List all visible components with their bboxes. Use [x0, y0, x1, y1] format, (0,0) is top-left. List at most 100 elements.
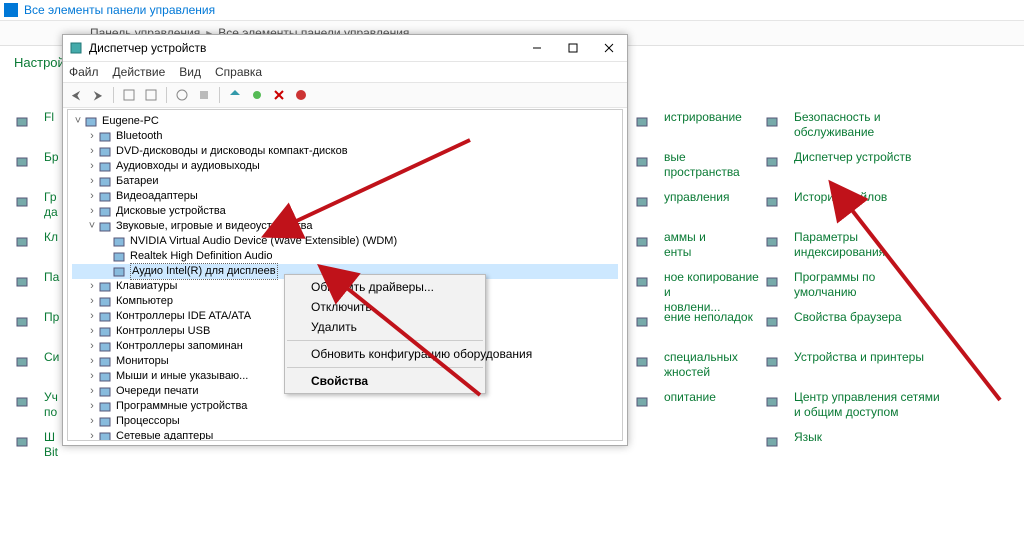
tree-row[interactable]: ›DVD-дисководы и дисководы компакт-диско… [72, 144, 618, 159]
control-panel-item-icon [630, 270, 654, 294]
tree-row[interactable]: ˅Звуковые, игровые и видеоустройства [72, 219, 618, 234]
minimize-button[interactable] [519, 35, 555, 61]
menu-action[interactable]: Действие [113, 65, 166, 79]
control-panel-item[interactable]: аммы иенты [630, 230, 760, 268]
control-panel-item[interactable]: ное копирование иновлени... [630, 270, 760, 308]
control-panel-item[interactable]: Па [10, 270, 58, 308]
control-panel-item-label: Грда [44, 190, 58, 220]
tree-twist-icon[interactable]: › [86, 429, 98, 441]
view-button[interactable] [142, 86, 160, 104]
control-panel-item[interactable]: Грда [10, 190, 58, 228]
control-panel-item[interactable]: истрирование [630, 110, 760, 148]
device-icon [98, 355, 112, 369]
control-panel-item[interactable]: Язык [760, 430, 1010, 468]
disable-button[interactable] [292, 86, 310, 104]
tree-twist-icon[interactable]: ˅ [86, 219, 98, 234]
ctx-disable[interactable]: Отключить [285, 297, 485, 317]
tree-twist-icon[interactable]: › [86, 174, 98, 189]
tree-row[interactable]: ›Дисковые устройства [72, 204, 618, 219]
tree-label: Bluetooth [116, 129, 162, 144]
ctx-delete[interactable]: Удалить [285, 317, 485, 337]
control-panel-item[interactable]: Пр [10, 310, 58, 348]
control-panel-item[interactable]: Центр управления сетямии общим доступом [760, 390, 1010, 428]
ctx-refresh-config[interactable]: Обновить конфигурацию оборудования [285, 344, 485, 364]
tree-twist-icon[interactable]: › [86, 384, 98, 399]
maximize-button[interactable] [555, 35, 591, 61]
control-panel-item[interactable]: Программы поумолчанию [760, 270, 1010, 308]
control-panel-item[interactable]: Безопасность иобслуживание [760, 110, 1010, 148]
tree-label: Процессоры [116, 414, 180, 429]
control-panel-item-label: Пр [44, 310, 59, 325]
tree-row[interactable]: NVIDIA Virtual Audio Device (Wave Extens… [72, 234, 618, 249]
forward-button[interactable]: ⮞ [89, 86, 107, 104]
control-panel-item[interactable]: ение неполадок [630, 310, 760, 348]
close-button[interactable] [591, 35, 627, 61]
control-panel-item[interactable]: вые пространства [630, 150, 760, 188]
device-manager-titlebar[interactable]: Диспетчер устройств [63, 35, 627, 62]
tree-twist-icon[interactable]: › [86, 279, 98, 294]
tree-twist-icon[interactable]: › [86, 189, 98, 204]
tree-twist-icon[interactable]: › [86, 339, 98, 354]
control-panel-item[interactable]: Диспетчер устройств [760, 150, 1010, 188]
control-panel-item[interactable]: Свойства браузера [760, 310, 1010, 348]
show-hidden-button[interactable] [120, 86, 138, 104]
tree-row[interactable]: Realtek High Definition Audio [72, 249, 618, 264]
tree-twist-icon[interactable]: › [86, 414, 98, 429]
ctx-divider-2 [287, 367, 483, 368]
tree-row[interactable]: › Программные устройства [72, 399, 618, 414]
ctx-properties[interactable]: Свойства [285, 371, 485, 391]
control-panel-item-label: Программы поумолчанию [794, 270, 875, 300]
tree-twist-icon[interactable]: › [86, 324, 98, 339]
tree-twist-icon[interactable]: › [86, 354, 98, 369]
tree-row[interactable]: ›Видеоадаптеры [72, 189, 618, 204]
control-panel-item-label: Fl [44, 110, 54, 125]
update-driver-button[interactable] [226, 86, 244, 104]
tree-row[interactable]: ˅Eugene-PC [72, 114, 618, 129]
control-panel-item[interactable]: опитание [630, 390, 760, 428]
tree-twist-icon[interactable]: ˅ [72, 114, 84, 129]
tree-twist-icon[interactable]: › [86, 204, 98, 219]
control-panel-item[interactable]: управления [630, 190, 760, 228]
control-panel-item[interactable]: Кл [10, 230, 58, 268]
tree-twist-icon[interactable]: › [86, 369, 98, 384]
back-button[interactable]: ⮜ [67, 86, 85, 104]
control-panel-item[interactable]: Си [10, 350, 58, 388]
help-toolbar-button[interactable] [173, 86, 191, 104]
tree-twist-icon[interactable]: › [86, 159, 98, 174]
tree-label: Очереди печати [116, 384, 199, 399]
tree-twist-icon[interactable]: › [86, 144, 98, 159]
tree-row[interactable]: ›Сетевые адаптеры [72, 429, 618, 441]
uninstall-button[interactable] [270, 86, 288, 104]
control-panel-item[interactable]: Учпо [10, 390, 58, 428]
device-icon [98, 430, 112, 442]
tree-twist-icon[interactable]: › [86, 129, 98, 144]
device-icon [98, 370, 112, 384]
control-panel-item-icon [630, 150, 654, 174]
scan-hardware-button[interactable] [248, 86, 266, 104]
tree-label: Программные устройства [116, 399, 247, 414]
tree-row[interactable]: ›Аудиовходы и аудиовыходы [72, 159, 618, 174]
control-panel-item[interactable]: специальныхжностей [630, 350, 760, 388]
menu-file[interactable]: Файл [69, 65, 99, 79]
control-panel-item[interactable]: ШBit [10, 430, 58, 468]
menu-view[interactable]: Вид [179, 65, 201, 79]
control-panel-item[interactable]: Fl [10, 110, 58, 148]
ctx-update-drivers[interactable]: Обновить драйверы... [285, 277, 485, 297]
properties-toolbar-button[interactable] [195, 86, 213, 104]
device-icon [98, 385, 112, 399]
tree-row[interactable]: › Bluetooth [72, 129, 618, 144]
control-panel-item-icon [10, 430, 34, 454]
tree-row[interactable]: › Процессоры [72, 414, 618, 429]
control-panel-item[interactable]: Бр [10, 150, 58, 188]
tree-row[interactable]: ›Батареи [72, 174, 618, 189]
menu-help[interactable]: Справка [215, 65, 262, 79]
tree-twist-icon[interactable]: › [86, 294, 98, 309]
control-panel-item[interactable]: Параметрыиндексирования [760, 230, 1010, 268]
control-panel-icon [4, 3, 18, 17]
tree-twist-icon[interactable]: › [86, 309, 98, 324]
tree-twist-icon[interactable]: › [86, 399, 98, 414]
device-manager-menubar[interactable]: Файл Действие Вид Справка [63, 62, 627, 82]
device-icon [98, 415, 112, 429]
control-panel-item[interactable]: Устройства и принтеры [760, 350, 1010, 388]
control-panel-item[interactable]: История файлов [760, 190, 1010, 228]
